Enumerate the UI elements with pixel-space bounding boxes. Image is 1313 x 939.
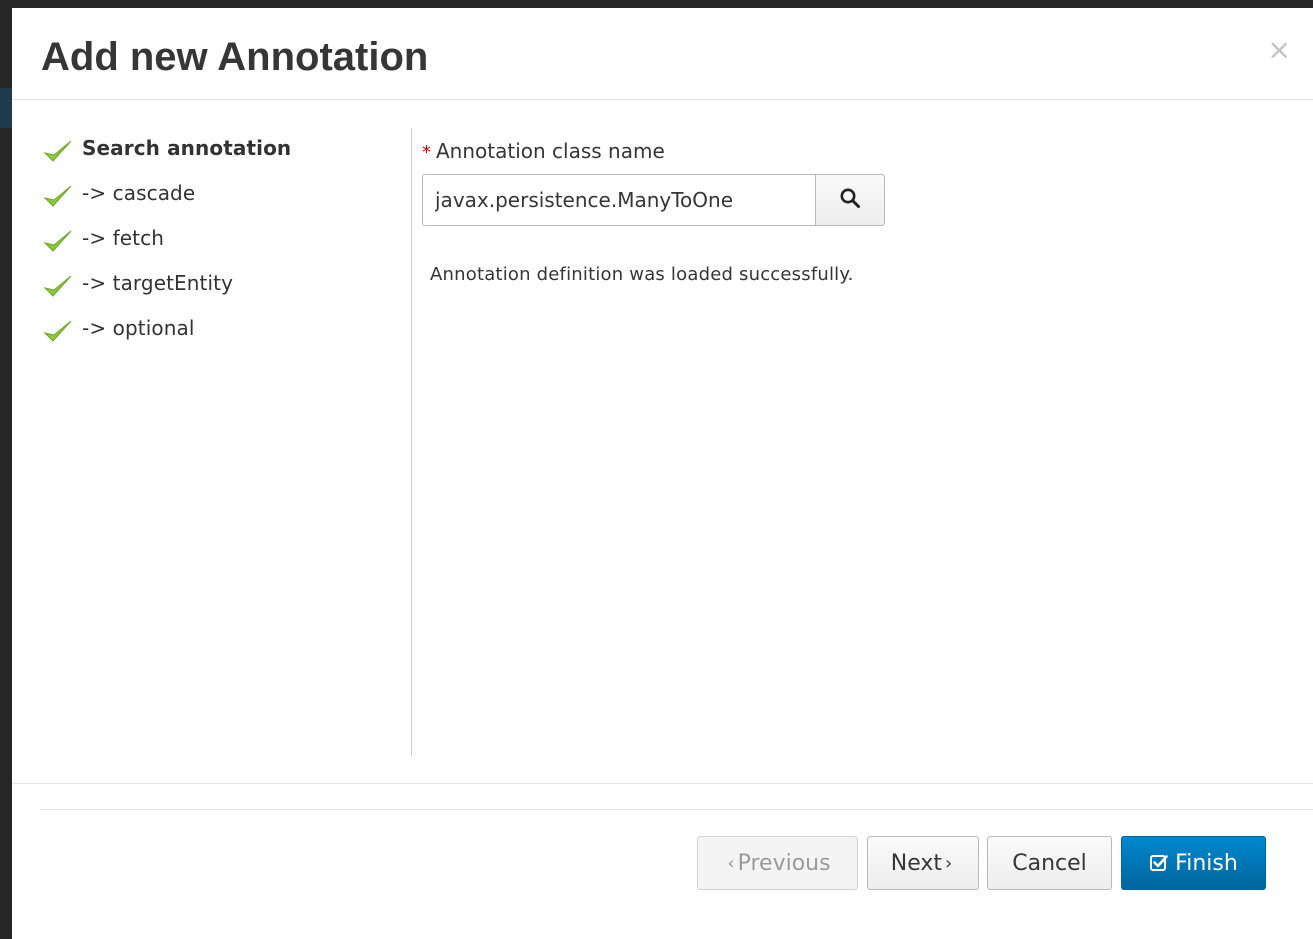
dialog-title: Add new Annotation — [41, 35, 429, 79]
wizard-step-fetch[interactable]: -> fetch — [42, 226, 402, 271]
checkmark-icon — [42, 228, 74, 256]
backdrop-accent — [0, 88, 12, 128]
search-icon — [839, 187, 861, 214]
checkmark-icon — [42, 183, 74, 211]
required-indicator: * — [422, 142, 431, 163]
cancel-button-label: Cancel — [1012, 850, 1087, 876]
wizard-step-label: -> optional — [82, 316, 195, 340]
dialog-header: Add new Annotation × — [12, 8, 1313, 100]
search-button[interactable] — [815, 174, 885, 226]
wizard-divider — [411, 128, 412, 756]
checkmark-icon — [42, 138, 74, 166]
cancel-button[interactable]: Cancel — [987, 836, 1112, 890]
wizard-step-optional[interactable]: -> optional — [42, 316, 402, 361]
annotation-class-name-input[interactable] — [422, 174, 816, 226]
annotation-class-name-label: * Annotation class name — [422, 137, 665, 167]
footer-separator — [40, 809, 1313, 810]
checkmark-icon — [42, 273, 74, 301]
previous-button-label: Previous — [737, 850, 831, 876]
next-button[interactable]: Next › — [867, 836, 979, 890]
close-button[interactable]: × — [1268, 36, 1291, 64]
check-square-icon — [1149, 853, 1169, 873]
add-annotation-dialog: Add new Annotation × Search annotation -… — [12, 8, 1313, 939]
finish-button[interactable]: Finish — [1121, 836, 1266, 890]
chevron-left-icon: ‹ — [727, 852, 735, 874]
wizard-step-search-annotation[interactable]: Search annotation — [42, 136, 402, 181]
checkmark-icon — [42, 318, 74, 346]
wizard-step-label: -> targetEntity — [82, 271, 234, 295]
next-button-label: Next — [890, 850, 943, 876]
previous-button[interactable]: ‹ Previous — [697, 836, 858, 890]
wizard-step-label: Search annotation — [82, 136, 292, 160]
wizard-step-label: -> cascade — [82, 181, 196, 205]
footer-divider — [12, 783, 1313, 784]
wizard-step-target-entity[interactable]: -> targetEntity — [42, 271, 402, 316]
wizard-steps: Search annotation -> cascade -> fetch ->… — [42, 136, 402, 361]
field-label-text: Annotation class name — [436, 139, 665, 163]
status-message: Annotation definition was loaded success… — [430, 264, 854, 285]
chevron-right-icon: › — [945, 852, 953, 874]
wizard-step-label: -> fetch — [82, 226, 164, 250]
finish-button-label: Finish — [1175, 850, 1238, 876]
wizard-step-cascade[interactable]: -> cascade — [42, 181, 402, 226]
